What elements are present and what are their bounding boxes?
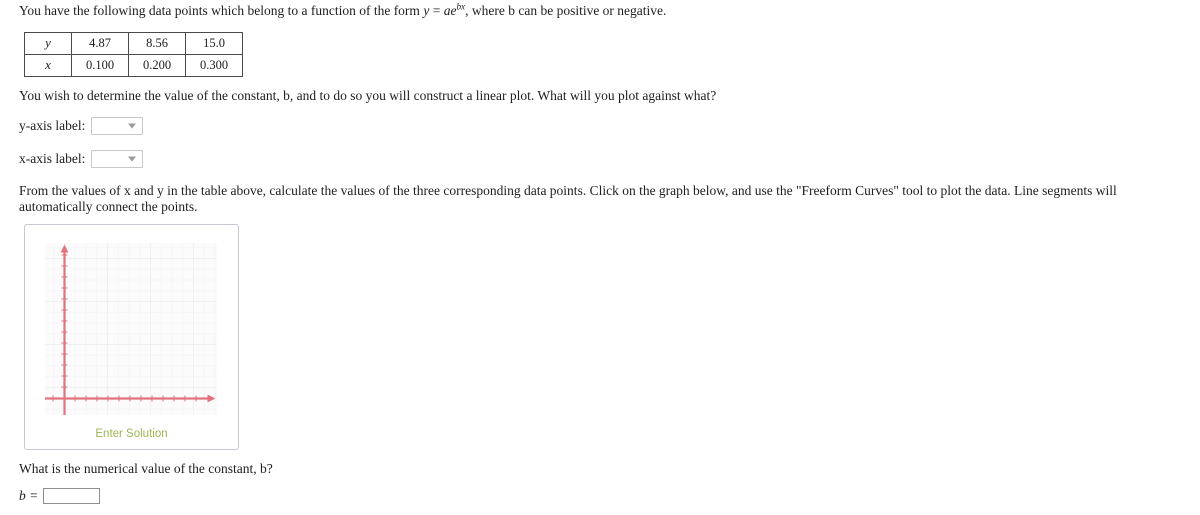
chevron-down-icon [128, 123, 137, 129]
table-cell: 4.87 [71, 32, 129, 55]
b-value-input[interactable] [43, 488, 101, 504]
table-row-header: x [24, 54, 72, 77]
answer-label: b = [19, 488, 39, 503]
table-cell: 0.300 [185, 54, 243, 77]
plot-canvas[interactable] [45, 243, 217, 415]
formula-equals: = [432, 3, 441, 18]
data-table: y 4.87 8.56 15.0 x 0.100 0.200 0.300 [24, 32, 243, 77]
final-question-text: What is the numerical value of the const… [19, 461, 273, 476]
table-cell: 8.56 [128, 32, 186, 55]
y-axis-arrowhead [60, 244, 69, 253]
x-axis-label-caption: x-axis label: [19, 151, 86, 166]
answer-row: b = [19, 488, 101, 504]
table-cell: 0.100 [71, 54, 129, 77]
table-row: y 4.87 8.56 15.0 [24, 32, 243, 55]
formula-exponent: bx [456, 1, 466, 12]
intro-text-after: , where b can be positive or negative. [465, 3, 667, 18]
table-row-header: y [24, 32, 72, 55]
x-axis-label-row: x-axis label: [19, 150, 144, 168]
y-axis-label-row: y-axis label: [19, 117, 144, 135]
y-axis-label-select[interactable] [91, 117, 144, 135]
intro-text: You have the following data points which… [19, 1, 667, 19]
plot-instructions-text: From the values of x and y in the table … [19, 183, 1117, 214]
table-row: x 0.100 0.200 0.300 [24, 54, 243, 77]
plot-question-text: You wish to determine the value of the c… [19, 88, 717, 103]
formula-y: y [423, 3, 430, 18]
x-axis-arrowhead [207, 394, 216, 403]
enter-solution-label[interactable]: Enter Solution [25, 428, 238, 440]
plot-axes [45, 244, 216, 415]
intro-text-before: You have the following data points which… [19, 3, 424, 18]
y-axis-label-caption: y-axis label: [19, 118, 86, 133]
chevron-down-icon [128, 156, 137, 162]
x-axis-label-select[interactable] [91, 150, 144, 168]
graph-answer-widget[interactable]: Enter Solution [24, 224, 239, 450]
table-cell: 0.200 [128, 54, 186, 77]
table-cell: 15.0 [185, 32, 243, 55]
